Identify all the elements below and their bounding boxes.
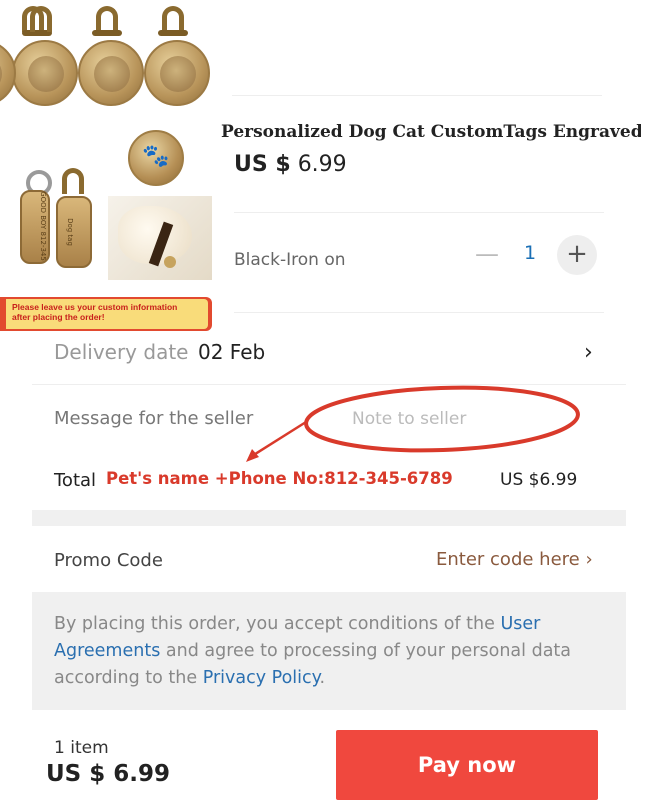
total-value: US $6.99 [500,470,578,490]
section-separator [32,510,626,526]
annotation-arrowhead [246,449,259,462]
dog-medal-tag [78,40,144,106]
product-title[interactable]: Personalized Dog Cat CustomTags Engraved… [221,122,641,142]
message-label: Message for the seller [54,408,254,429]
agreement-text-3: . [319,668,326,688]
note-to-seller-input[interactable] [352,404,552,434]
tag-pin [158,30,188,36]
total-label: Total [54,470,97,491]
agreement-notice: By placing this order, you accept condit… [32,592,626,710]
product-image[interactable]: 🐾 GOOD BOY 812-345 Dog tag Please leave … [0,0,214,332]
divider [232,95,602,96]
divider [234,312,604,313]
tag-shackle [96,6,118,32]
tag-shackle [62,168,84,194]
agreement-text-1: By placing this order, you accept condit… [54,614,501,634]
product-price: US $ 6.99 [234,152,347,177]
divider [234,212,604,213]
quantity-value: 1 [523,242,537,264]
divider [32,384,626,385]
banner-line-1: Please leave us your custom information [12,302,178,312]
banner-line-2: after placing the order! [12,312,105,322]
custom-info-banner: Please leave us your custom information … [0,297,212,331]
cat-medal-tag [144,40,210,106]
price-value: 6.99 [297,152,347,177]
bar-dog-tag: GOOD BOY 812-345 [20,190,50,264]
paw-medal-tag: 🐾 [128,130,184,186]
pay-now-button[interactable]: Pay now [336,730,598,800]
item-count: 1 item [54,738,109,758]
variant-label[interactable]: Black-Iron on [234,250,346,270]
paw-icon: 🐾 [142,144,170,169]
tag-pin [92,30,122,36]
annotation-arrow [251,420,307,458]
bar-dog-tag-engraved: Dog tag [56,196,92,268]
tag-shackle [162,6,184,32]
footer-total: US $ 6.99 [46,761,171,787]
annotation-text: Pet's name +Phone No:812-345-6789 [106,469,453,488]
plus-icon[interactable]: + [557,235,597,275]
price-currency: US $ [234,152,291,177]
enter-code-link[interactable]: Enter code here › [436,549,593,570]
dog-photo [108,196,212,280]
chevron-right-icon[interactable]: › [584,340,593,365]
delivery-date: 02 Feb [198,340,266,364]
dog-medal-tag [12,40,78,106]
promo-label: Promo Code [54,550,163,571]
tag-shackle [30,6,52,32]
delivery-label: Delivery date [54,340,189,364]
privacy-policy-link[interactable]: Privacy Policy [203,668,320,688]
minus-icon[interactable]: — [472,240,502,270]
